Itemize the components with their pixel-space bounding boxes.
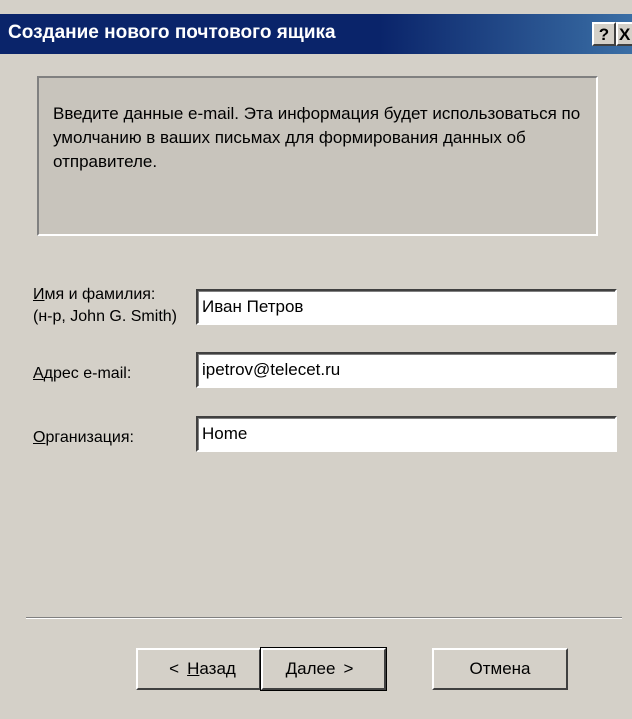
info-text-line-2: умолчанию в ваших письмах для формирован… <box>53 128 526 147</box>
next-arrow-icon: > <box>343 659 354 678</box>
title-bar[interactable]: Создание нового почтового ящика ? X <box>0 14 632 54</box>
info-text-line-1: Введите данные e-mail. Эта информация бу… <box>53 104 581 123</box>
help-icon: ? <box>598 24 610 44</box>
organization-label-text: рганизация: <box>45 429 134 446</box>
name-label-text: мя и фамилия: <box>44 286 156 303</box>
email-label-accelerator: А <box>33 365 44 382</box>
name-label-accelerator: И <box>33 286 45 303</box>
name-hint: (н-р, John G. Smith) <box>33 308 177 325</box>
next-button[interactable]: Далее > <box>260 647 387 691</box>
cancel-button[interactable]: Отмена <box>432 648 568 690</box>
organization-label: Организация: <box>33 428 134 448</box>
back-label-accelerator: Н <box>187 659 200 678</box>
back-arrow-icon: < <box>169 659 180 678</box>
next-label: алее <box>297 659 336 678</box>
new-mailbox-dialog: Создание нового почтового ящика ? X Введ… <box>0 0 632 719</box>
close-icon: X <box>619 24 631 44</box>
close-button[interactable]: X <box>616 22 632 46</box>
organization-label-accelerator: О <box>33 429 46 446</box>
organization-input[interactable] <box>196 416 617 452</box>
email-input[interactable] <box>196 352 617 388</box>
name-label: Имя и фамилия: <box>33 285 155 305</box>
email-label: Адрес e-mail: <box>33 364 131 384</box>
back-button[interactable]: < Назад <box>136 648 261 690</box>
next-label-accelerator: Д <box>285 659 298 678</box>
name-input[interactable] <box>196 289 617 325</box>
info-panel: Введите данные e-mail. Эта информация бу… <box>37 76 598 236</box>
button-separator <box>26 617 622 619</box>
back-label: азад <box>199 659 236 678</box>
email-label-text: дрес e-mail: <box>43 365 132 382</box>
help-button[interactable]: ? <box>592 22 616 46</box>
cancel-label: Отмена <box>469 659 531 678</box>
window-title: Создание нового почтового ящика <box>8 22 336 43</box>
info-text-line-3: отправителе. <box>53 152 158 171</box>
